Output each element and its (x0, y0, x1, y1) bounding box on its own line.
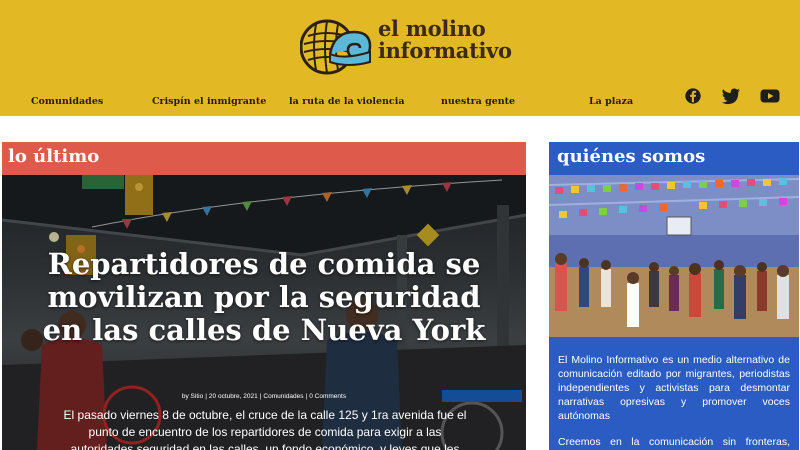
featured-post-meta: by Sitio | 20 octubre, 2021 | Comunidades | 0 … (181, 393, 347, 400)
nav-item-comunidades[interactable]: Comunidades (31, 96, 103, 107)
post-author[interactable]: by Sitio (182, 393, 203, 400)
logo-line-2: informativo (378, 38, 512, 63)
about-paragraph-1: El Molino Informativo es un medio altern… (558, 354, 790, 422)
featured-post-card[interactable]: Repartidores de comida se movilizan por … (2, 175, 526, 450)
about-section-title: quiénes somos (557, 146, 706, 167)
gym-event-image (549, 175, 799, 337)
nav-item-la-plaza[interactable]: La plaza (589, 96, 633, 107)
nav-item-nuestra-gente[interactable]: nuestra gente (441, 96, 515, 107)
site-header: el molino informativo Comunidades Crispí… (0, 0, 800, 116)
twitter-icon[interactable] (721, 87, 741, 105)
site-logo-text[interactable]: el molino informativo (378, 18, 512, 62)
logo-line-1: el molino (378, 16, 486, 41)
post-date: 20 octubre, 2021 (208, 393, 258, 400)
youtube-icon[interactable] (760, 87, 780, 105)
latest-section-title: lo último (8, 146, 100, 167)
featured-post-excerpt: El pasado viernes 8 de octubre, el cruce… (63, 408, 467, 450)
about-paragraph-2: Creemos en la comunicación sin fronteras… (558, 436, 790, 448)
about-photo (549, 175, 799, 337)
wheel-wave-logo-icon[interactable] (300, 18, 372, 76)
featured-post-headline[interactable]: Repartidores de comida se movilizan por … (42, 248, 486, 347)
latest-section-header: lo último (2, 142, 526, 175)
about-section-header: quiénes somos (549, 142, 799, 175)
about-description: El Molino Informativo es un medio altern… (549, 337, 799, 450)
post-category[interactable]: Comunidades (263, 393, 303, 400)
facebook-icon[interactable] (683, 87, 703, 105)
nav-item-crispin[interactable]: Crispín el inmigrante (152, 96, 266, 107)
nav-item-ruta-violencia[interactable]: la ruta de la violencia (289, 96, 404, 107)
post-comments[interactable]: 0 Comments (309, 393, 346, 400)
